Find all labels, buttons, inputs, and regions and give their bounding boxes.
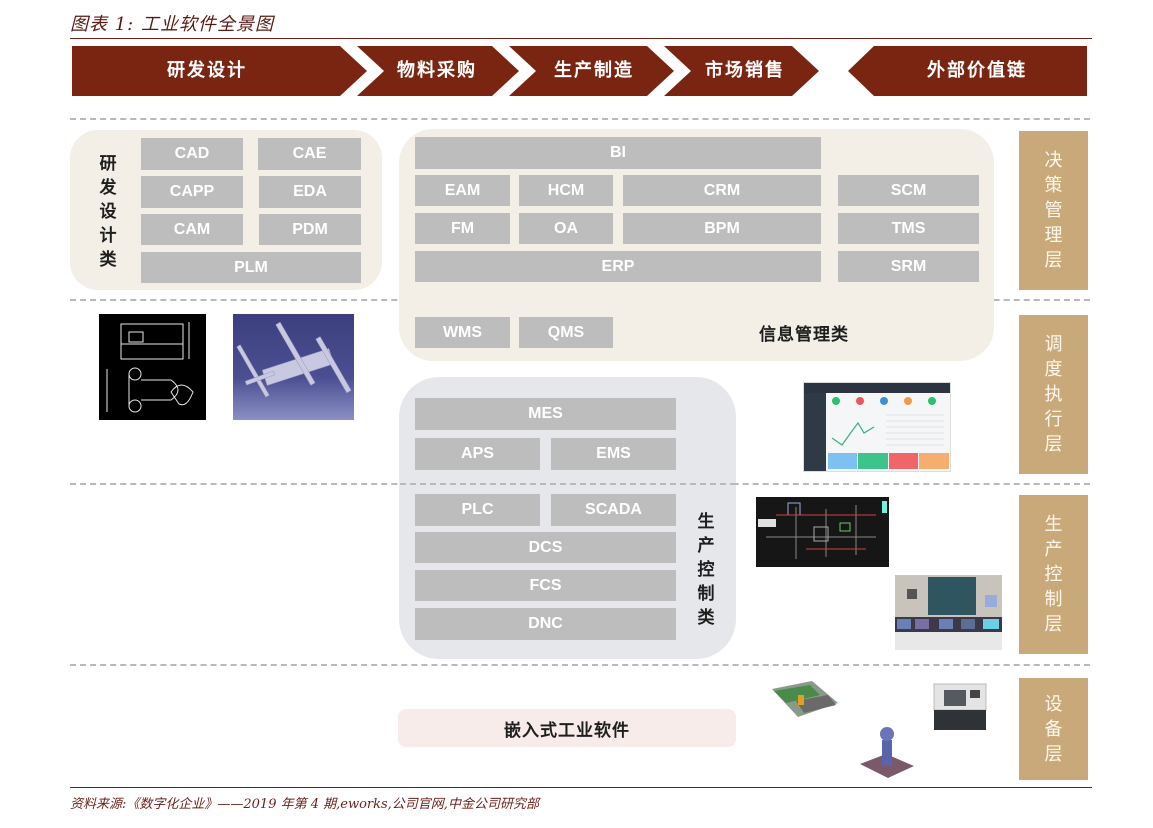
- circuit-board-photo-image: [768, 677, 840, 729]
- software-hcm: HCM: [519, 175, 613, 206]
- layer-divider-4: [70, 664, 1090, 666]
- software-dnc: DNC: [415, 608, 676, 640]
- software-capp: CAPP: [141, 176, 243, 208]
- software-cae: CAE: [258, 138, 361, 170]
- production-control-panel: MES APS EMS PLC SCADA DCS FCS DNC 生产控制类: [399, 377, 736, 659]
- production-control-label: 生产控制类: [697, 512, 715, 628]
- figure-title: 图表 1: 工业软件全景图: [70, 14, 274, 35]
- layer-divider-1: [70, 118, 1090, 120]
- rd-design-panel: 研发设计类 CAD CAE CAPP EDA CAM PDM PLM: [70, 130, 382, 290]
- software-scm: SCM: [838, 175, 979, 206]
- chain-stage-procurement: 物料采购: [397, 60, 477, 81]
- control-room-photo-image: [895, 575, 1002, 650]
- title-rule: [70, 38, 1092, 39]
- software-plm: PLM: [141, 252, 361, 283]
- rd-design-label: 研发设计类: [99, 154, 117, 270]
- footer-rule: [70, 787, 1092, 788]
- info-management-label: 信息管理类: [759, 325, 849, 345]
- embedded-software-panel: 嵌入式工业软件: [398, 709, 736, 747]
- chain-stage-rd: 研发设计: [167, 60, 247, 81]
- software-fcs: FCS: [415, 570, 676, 601]
- chain-stage-sales: 市场销售: [705, 60, 785, 81]
- source-note: 资料来源:《数字化企业》——2019 年第 4 期,eworks,公司官网,中金…: [70, 797, 539, 812]
- software-crm: CRM: [623, 175, 821, 206]
- embedded-device-photo-image: [858, 720, 918, 780]
- dashboard-screenshot-image: [803, 382, 951, 472]
- software-scada: SCADA: [551, 494, 676, 526]
- software-qms: QMS: [519, 317, 613, 348]
- info-management-panel: BI EAM HCM CRM SCM FM OA BPM TMS ERP SRM…: [399, 129, 994, 361]
- layer-label: 生产控制层: [1044, 514, 1063, 635]
- cnc-machine-photo-image: [930, 676, 988, 732]
- software-pdm: PDM: [259, 214, 361, 245]
- software-dcs: DCS: [415, 532, 676, 563]
- software-eam: EAM: [415, 175, 510, 206]
- chain-stage-manufacturing: 生产制造: [554, 60, 634, 81]
- software-cam: CAM: [141, 214, 243, 245]
- software-wms: WMS: [415, 317, 510, 348]
- software-cad: CAD: [141, 138, 243, 170]
- layer-production-control: 生产控制层: [1019, 495, 1088, 654]
- software-aps: APS: [415, 438, 540, 470]
- software-oa: OA: [519, 213, 613, 244]
- software-mes: MES: [415, 398, 676, 430]
- software-srm: SRM: [838, 251, 979, 282]
- software-ems: EMS: [551, 438, 676, 470]
- layer-scheduling-execution: 调度执行层: [1019, 315, 1088, 474]
- layer-decision-management: 决策管理层: [1019, 131, 1088, 290]
- software-bi: BI: [415, 137, 821, 169]
- software-erp: ERP: [415, 251, 821, 282]
- layer-label: 决策管理层: [1044, 150, 1063, 271]
- layer-divider-3-overlay: [400, 483, 736, 485]
- chain-external: 外部价值链: [927, 60, 1027, 81]
- software-bpm: BPM: [623, 213, 821, 244]
- 3d-model-render-image: [233, 314, 354, 420]
- software-tms: TMS: [838, 213, 979, 244]
- software-eda: EDA: [259, 176, 361, 208]
- layer-equipment: 设备层: [1019, 678, 1088, 780]
- embedded-software-label: 嵌入式工业软件: [504, 720, 630, 741]
- layer-label: 调度执行层: [1044, 334, 1063, 455]
- layer-label: 设备层: [1044, 693, 1063, 765]
- value-chain: 研发设计 物料采购 生产制造 市场销售 外部价值链: [72, 46, 1088, 96]
- scada-schematic-image: [756, 497, 889, 567]
- software-plc: PLC: [415, 494, 540, 526]
- cad-drawing-image: [99, 314, 206, 420]
- software-fm: FM: [415, 213, 510, 244]
